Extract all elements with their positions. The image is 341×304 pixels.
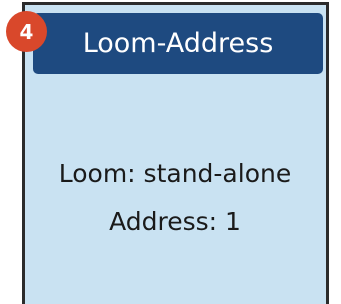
loom-status-text: Loom: stand-alone (58, 159, 292, 188)
address-status-text: Address: 1 (109, 207, 241, 236)
status-panel: Loom: stand-alone Address: 1 (25, 150, 325, 246)
screen-title-bar: Loom-Address (33, 13, 323, 74)
screen-title: Loom-Address (82, 28, 274, 59)
step-number-badge: 4 (6, 11, 47, 52)
